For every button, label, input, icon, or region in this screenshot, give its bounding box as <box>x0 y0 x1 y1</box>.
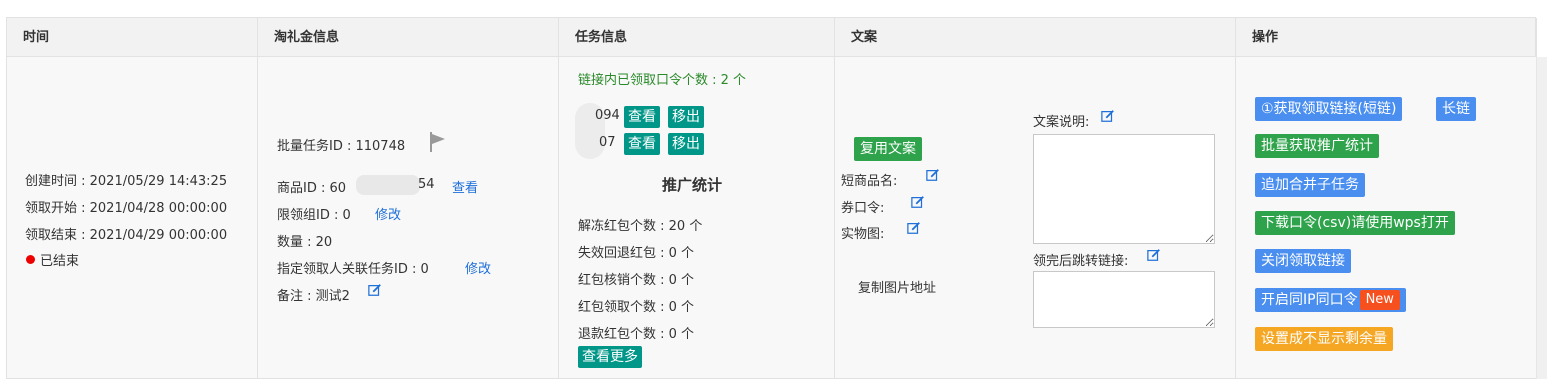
entry-id: 094 <box>595 108 620 123</box>
table-row: 创建时间 : 2021/05/29 14:43:25 领取开始 : 2021/0… <box>6 57 1537 379</box>
batch-stats-button[interactable]: 批量获取推广统计 <box>1255 134 1379 158</box>
edit-short-name-icon[interactable] <box>926 168 940 182</box>
redacted-block <box>356 175 420 195</box>
get-short-link-button[interactable]: ①获取领取链接(短链) <box>1255 97 1403 121</box>
cell-time: 创建时间 : 2021/05/29 14:43:25 领取开始 : 2021/0… <box>7 57 258 379</box>
short-name-label: 短商品名: <box>841 174 898 189</box>
edit-redirect-icon[interactable] <box>1147 248 1161 262</box>
redirect-label: 领完后跳转链接: <box>1033 254 1129 269</box>
reuse-copy-button[interactable]: 复用文案 <box>854 137 922 161</box>
entry-id: 07 <box>599 135 616 150</box>
entry-view-button[interactable]: 查看 <box>624 106 660 128</box>
task-table: 时间 淘礼金信息 任务信息 文案 操作 创建时间 : 2021/05/29 14… <box>6 17 1547 379</box>
cell-operations: ①获取领取链接(短链) 长链 批量获取推广统计 追加合并子任务 下载口令(csv… <box>1236 57 1537 379</box>
claimed-count: 链接内已领取口令个数 : 2 个 <box>578 73 747 88</box>
note: 备注 : 测试2 <box>277 289 350 304</box>
stat-line: 红包领取个数 : 0 个 <box>578 300 695 315</box>
status-text: 已结束 <box>40 254 80 269</box>
header-copywriting: 文案 <box>835 18 1236 57</box>
header-task-info: 任务信息 <box>559 18 835 57</box>
new-badge: New <box>1359 290 1400 310</box>
edit-coupon-code-icon[interactable] <box>911 195 925 209</box>
description-label: 文案说明: <box>1033 115 1090 130</box>
claim-start-time: 领取开始 : 2021/04/28 00:00:00 <box>25 201 228 216</box>
enable-ip-label: 开启同IP同口令 <box>1261 292 1358 308</box>
redirect-textarea[interactable] <box>1033 271 1215 328</box>
header-operations: 操作 <box>1236 18 1537 57</box>
stats-title: 推广统计 <box>662 176 723 194</box>
entry-remove-button[interactable]: 移出 <box>668 133 704 155</box>
stat-line: 退款红包个数 : 0 个 <box>578 327 695 342</box>
product-view-link[interactable]: 查看 <box>452 177 478 196</box>
table-header: 时间 淘礼金信息 任务信息 文案 操作 <box>6 17 1537 57</box>
entry-remove-button[interactable]: 移出 <box>668 106 704 128</box>
product-id-prefix: 商品ID : 60 <box>277 181 347 196</box>
append-merge-button[interactable]: 追加合并子任务 <box>1255 173 1365 197</box>
assoc-task-id: 指定领取人关联任务ID : 0 <box>277 262 429 277</box>
long-link-button[interactable]: 长链 <box>1436 97 1476 121</box>
edit-note-icon[interactable] <box>368 283 382 297</box>
header-coupon-info: 淘礼金信息 <box>258 18 559 57</box>
stat-line: 解冻红包个数 : 20 个 <box>578 219 703 234</box>
stat-line: 红包核销个数 : 0 个 <box>578 273 695 288</box>
quantity: 数量 : 20 <box>277 235 333 250</box>
copy-image-url-link[interactable]: 复制图片地址 <box>858 277 936 296</box>
cell-task-info: 链接内已领取口令个数 : 2 个 094 查看 移出 07 查看 移出 推广统计… <box>559 57 835 379</box>
enable-ip-button[interactable]: 开启同IP同口令 New <box>1255 288 1406 312</box>
edit-real-image-icon[interactable] <box>907 221 921 235</box>
header-time: 时间 <box>7 18 258 57</box>
cell-copywriting: 复用文案 短商品名: 券口令: 实物图: 复制图片地址 文案说明: 领完后跳转链… <box>835 57 1236 379</box>
edit-description-icon[interactable] <box>1101 109 1115 123</box>
claim-end-time: 领取结束 : 2021/04/29 00:00:00 <box>25 228 228 243</box>
description-textarea[interactable] <box>1033 134 1215 244</box>
close-link-button[interactable]: 关闭领取链接 <box>1255 249 1351 273</box>
group-edit-link[interactable]: 修改 <box>375 204 401 223</box>
stat-line: 失效回退红包 : 0 个 <box>578 246 695 261</box>
group-id: 限领组ID : 0 <box>277 208 351 223</box>
entry-view-button[interactable]: 查看 <box>624 133 660 155</box>
download-csv-button[interactable]: 下载口令(csv)请使用wps打开 <box>1255 211 1455 235</box>
vertical-scrollbar[interactable] <box>1536 57 1547 379</box>
assoc-edit-link[interactable]: 修改 <box>465 258 491 277</box>
view-more-button[interactable]: 查看更多 <box>578 346 642 368</box>
hide-remaining-button[interactable]: 设置成不显示剩余量 <box>1255 327 1393 351</box>
real-image-label: 实物图: <box>841 227 885 242</box>
created-time: 创建时间 : 2021/05/29 14:43:25 <box>25 174 228 189</box>
status-dot-icon <box>26 255 35 264</box>
coupon-code-label: 券口令: <box>841 201 885 216</box>
cell-coupon-info: 批量任务ID : 110748 商品ID : 60 54 查看 限领组ID : … <box>258 57 559 379</box>
product-id-suffix: 54 <box>418 177 435 192</box>
flag-icon[interactable] <box>429 132 447 152</box>
batch-task-id: 批量任务ID : 110748 <box>277 139 406 154</box>
